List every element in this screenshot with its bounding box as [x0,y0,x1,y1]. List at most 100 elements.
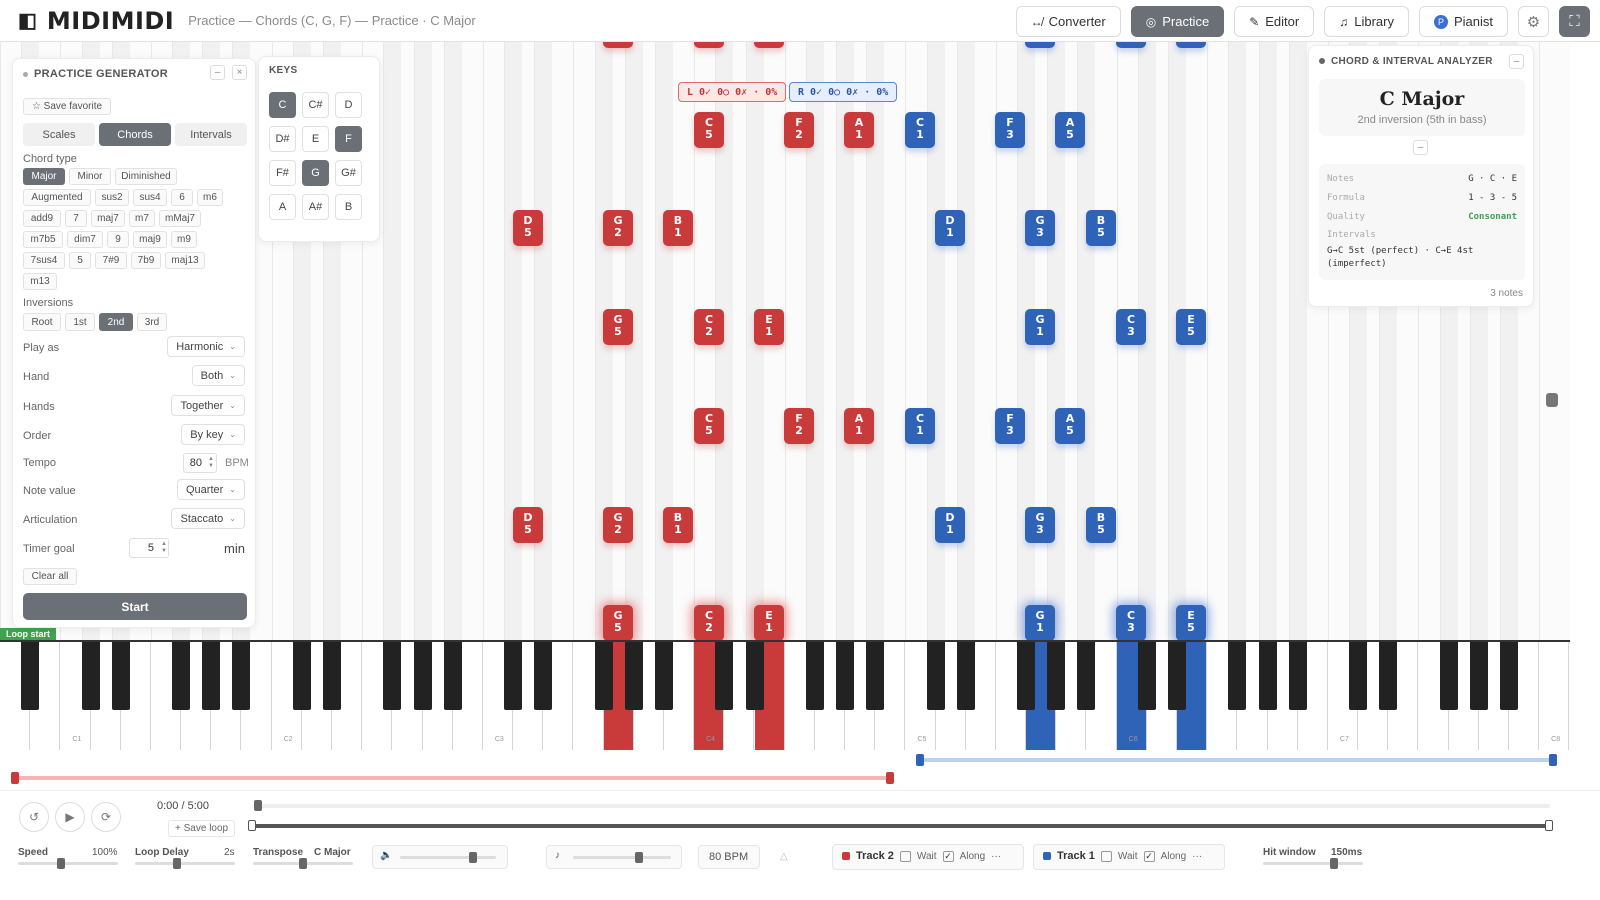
progress-handle[interactable] [254,800,262,811]
save-loop-button[interactable]: + Save loop [168,820,236,837]
black-key[interactable] [1017,642,1036,710]
loop-region-start[interactable] [248,820,256,831]
chord-type-chip[interactable]: maj9 [133,231,167,248]
loop-region-end[interactable] [1545,820,1553,831]
black-key[interactable] [1349,642,1368,710]
chord-type-chip[interactable]: sus4 [133,189,167,206]
chord-type-chip[interactable]: m9 [171,231,197,248]
save-favorite-button[interactable]: ☆ Save favorite [23,98,111,115]
key-button[interactable]: A# [302,194,329,220]
loop-region-track[interactable] [252,824,1550,828]
inversion-chip[interactable]: 1st [65,313,95,331]
falling-note[interactable]: B1 [663,507,693,543]
start-button[interactable]: Start [23,593,247,620]
black-key[interactable] [21,642,40,710]
falling-note[interactable] [1176,42,1206,48]
track2-wait-checkbox[interactable] [899,850,911,862]
chord-type-chip[interactable]: Augmented [23,189,91,206]
falling-note[interactable]: F3 [995,112,1025,148]
falling-note[interactable]: A5 [1055,408,1085,444]
chord-type-chip[interactable]: 5 [69,252,91,269]
key-button[interactable]: D [335,92,362,118]
piano-keyboard[interactable]: C1 C2 C3 C4 C5 C6 C7 C8 [0,640,1570,750]
black-key[interactable] [1469,642,1488,710]
falling-note[interactable]: C5 [694,408,724,444]
black-key[interactable] [1379,642,1398,710]
drag-handle-icon[interactable] [1319,58,1325,65]
black-key[interactable] [322,642,341,710]
black-key[interactable] [1439,642,1458,710]
falling-note[interactable]: G2 [603,507,633,543]
chord-type-chip[interactable]: m7b5 [23,231,63,248]
stepper-icon[interactable]: ▲ ▼ [161,541,167,555]
falling-note[interactable]: F2 [784,112,814,148]
falling-note[interactable]: G5 [603,309,633,345]
falling-note[interactable]: D5 [513,507,543,543]
falling-note[interactable] [1116,42,1146,48]
key-button[interactable]: G [302,160,329,186]
loop-button[interactable]: ⟳ [91,802,121,832]
black-key[interactable] [926,642,945,710]
hand-select[interactable]: Both ⌄ [191,365,245,386]
black-key[interactable] [805,642,824,710]
key-button[interactable]: E [302,126,329,152]
metronome-handle[interactable] [635,852,643,863]
falling-note[interactable]: G5 [603,605,633,641]
track1-label[interactable]: Track 1 [1057,850,1095,862]
black-key[interactable] [232,642,251,710]
white-key[interactable] [1539,642,1570,750]
key-button[interactable]: F# [269,160,296,186]
black-key[interactable] [715,642,734,710]
black-key[interactable] [836,642,855,710]
key-button[interactable]: C [269,92,296,118]
chord-type-chip[interactable]: 7sus4 [23,252,65,269]
right-loop-end-handle[interactable] [1549,754,1557,766]
speed-slider[interactable] [18,862,118,865]
falling-note[interactable] [754,42,784,48]
falling-note[interactable]: A5 [1055,112,1085,148]
falling-note[interactable]: F3 [995,408,1025,444]
falling-note[interactable]: G3 [1025,507,1055,543]
falling-note[interactable]: C2 [694,309,724,345]
hit-window-slider[interactable] [1263,862,1363,865]
stepper-icon[interactable]: ▲ ▼ [208,456,214,470]
loop-delay-slider[interactable] [135,862,235,865]
falling-note[interactable]: C1 [905,112,935,148]
falling-note[interactable]: F2 [784,408,814,444]
chord-type-chip[interactable]: m7 [129,210,155,227]
nav-converter-button[interactable]: ↮ Converter [1015,6,1121,37]
falling-note[interactable]: A1 [844,408,874,444]
chord-type-chip[interactable]: 7b9 [131,252,161,269]
falling-note[interactable]: E5 [1176,605,1206,641]
minimize-button[interactable]: – [210,65,225,80]
more-icon[interactable]: ··· [991,851,1001,862]
chord-type-chip[interactable]: Minor [69,168,111,185]
falling-note[interactable]: C3 [1116,309,1146,345]
falling-note[interactable]: B1 [663,210,693,246]
falling-note[interactable]: A1 [844,112,874,148]
settings-button[interactable]: ⚙ [1518,6,1549,37]
black-key[interactable] [1288,642,1307,710]
falling-note[interactable]: C3 [1116,605,1146,641]
collapse-button[interactable]: – [1509,54,1524,69]
key-button[interactable]: B [335,194,362,220]
black-key[interactable] [292,642,311,710]
black-key[interactable] [172,642,191,710]
black-key[interactable] [383,642,402,710]
falling-note[interactable]: E1 [754,605,784,641]
roll-scrollbar[interactable] [1546,393,1558,407]
black-key[interactable] [504,642,523,710]
black-key[interactable] [654,642,673,710]
chord-type-chip[interactable]: add9 [23,210,61,227]
note-value-select[interactable]: Quarter ⌄ [177,479,245,500]
metronome-volume-slider[interactable] [573,856,671,859]
key-button[interactable]: A [269,194,296,220]
black-key[interactable] [956,642,975,710]
fullscreen-button[interactable]: ⛶ [1559,6,1590,37]
falling-note[interactable]: C2 [694,605,724,641]
track1-along-checkbox[interactable]: ✓ [1143,850,1155,862]
falling-note[interactable] [1025,42,1055,48]
articulation-select[interactable]: Staccato ⌄ [171,508,245,529]
nav-practice-button[interactable]: ◎ Practice [1130,6,1225,37]
falling-note[interactable]: D1 [935,507,965,543]
